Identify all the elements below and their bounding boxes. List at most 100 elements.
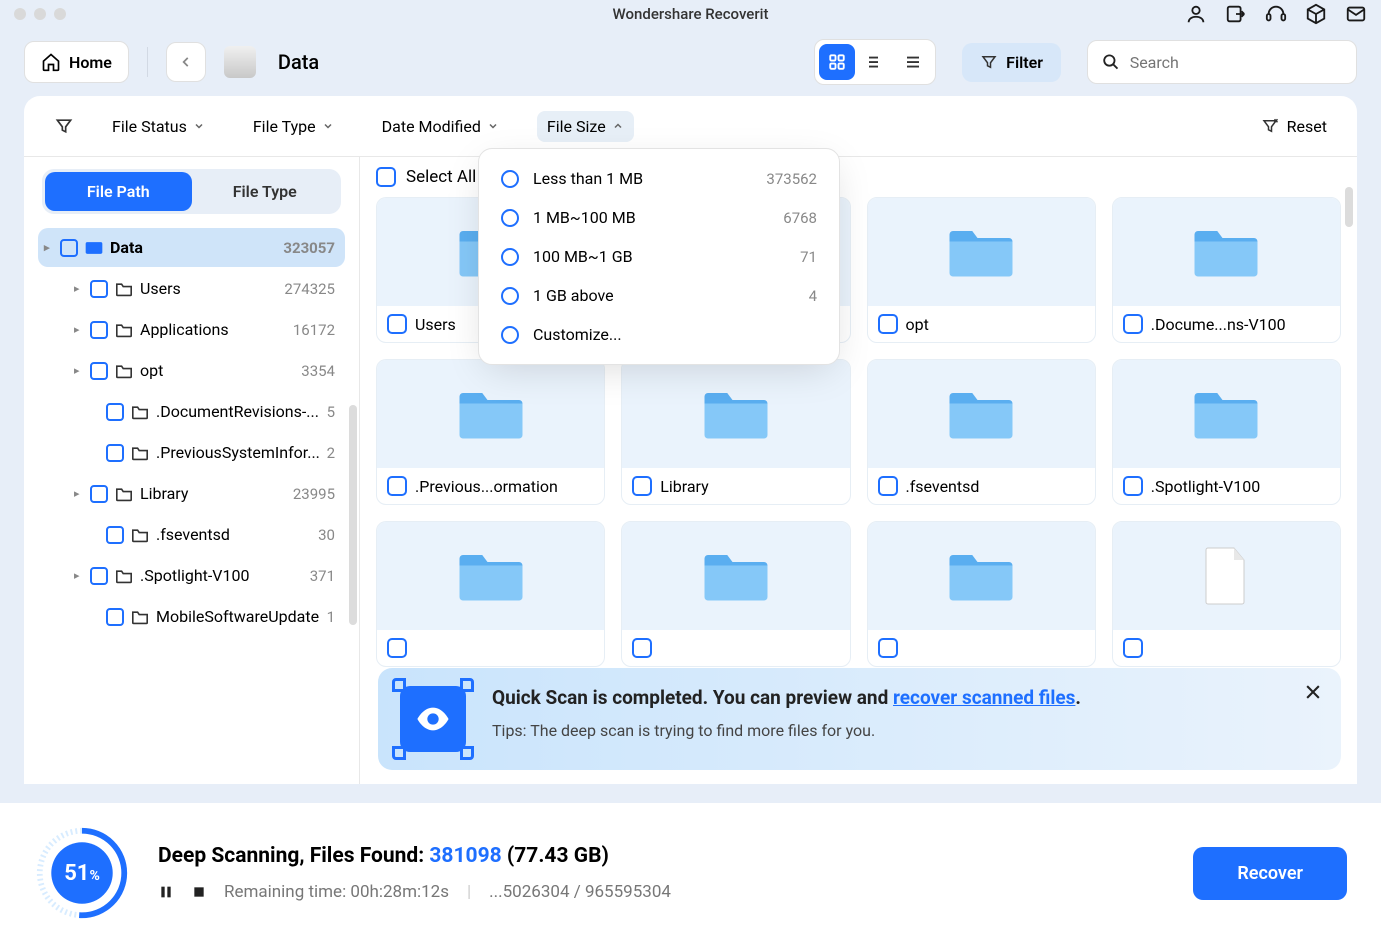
file-size-popover: Less than 1 MB3735621 MB~100 MB6768100 M…: [478, 148, 840, 365]
tree-item[interactable]: ▸Library23995: [38, 474, 345, 513]
grid-item[interactable]: .Spotlight-V100: [1112, 359, 1341, 505]
checkbox[interactable]: [60, 239, 78, 257]
grid-item[interactable]: [376, 521, 605, 667]
grid-item[interactable]: [867, 521, 1096, 667]
support-icon[interactable]: [1265, 3, 1287, 25]
app-title: Wondershare Recoverit: [613, 5, 769, 23]
folder-tree[interactable]: ▸Data323057▸Users274325▸Applications1617…: [24, 222, 359, 784]
thumbnail: [377, 360, 604, 468]
tree-count: 30: [318, 526, 335, 544]
banner-close-button[interactable]: [1303, 682, 1323, 702]
account-icon[interactable]: [1185, 3, 1207, 25]
thumbnail: [1113, 360, 1340, 468]
home-button[interactable]: Home: [24, 41, 129, 83]
radio[interactable]: [501, 248, 519, 266]
item-checkbox[interactable]: [1123, 476, 1143, 496]
size-filter-option[interactable]: Customize...: [479, 315, 839, 354]
checkbox[interactable]: [90, 280, 108, 298]
caret-icon: ▸: [74, 364, 84, 377]
option-label: 1 MB~100 MB: [533, 208, 636, 227]
grid-view-button[interactable]: [819, 44, 855, 80]
tree-item[interactable]: ▸.PreviousSystemInfor...2: [38, 433, 345, 472]
item-checkbox[interactable]: [387, 476, 407, 496]
window-traffic-lights[interactable]: [14, 8, 66, 20]
recover-files-link[interactable]: recover scanned files: [893, 686, 1075, 709]
filter-button[interactable]: Filter: [962, 43, 1061, 82]
checkbox[interactable]: [106, 608, 124, 626]
search-input[interactable]: [1130, 53, 1342, 72]
grid-item[interactable]: .Docume...ns-V100: [1112, 197, 1341, 343]
grid-item[interactable]: .Previous...ormation: [376, 359, 605, 505]
sidebar-scrollbar[interactable]: [349, 405, 357, 625]
item-checkbox[interactable]: [878, 638, 898, 658]
checkbox[interactable]: [90, 321, 108, 339]
tab-file-path[interactable]: File Path: [45, 172, 192, 211]
tree-item[interactable]: ▸Data323057: [38, 228, 345, 267]
progress-circle: 51%: [34, 825, 130, 921]
tree-item[interactable]: ▸Users274325: [38, 269, 345, 308]
grid-item[interactable]: [1112, 521, 1341, 667]
stop-button[interactable]: [192, 885, 206, 899]
item-checkbox[interactable]: [878, 314, 898, 334]
select-all-checkbox[interactable]: [376, 167, 396, 187]
checkbox[interactable]: [90, 362, 108, 380]
radio[interactable]: [501, 209, 519, 227]
checkbox[interactable]: [106, 403, 124, 421]
detail-view-button[interactable]: [895, 44, 931, 80]
item-checkbox[interactable]: [632, 638, 652, 658]
tree-label: Users: [140, 279, 278, 298]
list-view-button[interactable]: [857, 44, 893, 80]
reset-button[interactable]: Reset: [1261, 117, 1327, 136]
date-modified-dropdown[interactable]: Date Modified: [372, 111, 509, 142]
item-checkbox[interactable]: [632, 476, 652, 496]
checkbox[interactable]: [90, 567, 108, 585]
checkbox[interactable]: [90, 485, 108, 503]
size-filter-option[interactable]: 1 MB~100 MB6768: [479, 198, 839, 237]
item-checkbox[interactable]: [387, 314, 407, 334]
toolbar-divider: [147, 47, 148, 77]
file-size-dropdown[interactable]: File Size: [537, 111, 634, 142]
tree-count: 5: [327, 403, 335, 421]
item-label: .Previous...ormation: [415, 477, 558, 496]
item-label: Users: [415, 315, 456, 334]
size-filter-option[interactable]: 1 GB above4: [479, 276, 839, 315]
size-filter-option[interactable]: Less than 1 MB373562: [479, 159, 839, 198]
tree-item[interactable]: ▸.fseventsd30: [38, 515, 345, 554]
tree-item[interactable]: ▸MobileSoftwareUpdate1: [38, 597, 345, 636]
grid-item[interactable]: .fseventsd: [867, 359, 1096, 505]
tree-item[interactable]: ▸Applications16172: [38, 310, 345, 349]
item-checkbox[interactable]: [878, 476, 898, 496]
grid-item[interactable]: [621, 521, 850, 667]
checkbox[interactable]: [106, 444, 124, 462]
tree-item[interactable]: ▸.DocumentRevisions-...5: [38, 392, 345, 431]
item-label: .Docume...ns-V100: [1151, 315, 1286, 334]
mail-icon[interactable]: [1345, 3, 1367, 25]
grid-item[interactable]: Library: [621, 359, 850, 505]
export-icon[interactable]: [1225, 3, 1247, 25]
item-checkbox[interactable]: [387, 638, 407, 658]
caret-icon: ▸: [44, 241, 54, 254]
radio[interactable]: [501, 326, 519, 344]
tree-label: .fseventsd: [156, 525, 312, 544]
grid-item[interactable]: opt: [867, 197, 1096, 343]
grid-scrollbar[interactable]: [1345, 187, 1353, 227]
recover-button[interactable]: Recover: [1193, 847, 1347, 900]
checkbox[interactable]: [106, 526, 124, 544]
search-box[interactable]: [1087, 40, 1357, 84]
file-type-dropdown[interactable]: File Type: [243, 111, 344, 142]
box-icon[interactable]: [1305, 3, 1327, 25]
tab-file-type[interactable]: File Type: [192, 172, 339, 211]
option-count: 71: [800, 248, 817, 266]
tree-item[interactable]: ▸opt3354: [38, 351, 345, 390]
item-checkbox[interactable]: [1123, 638, 1143, 658]
size-filter-option[interactable]: 100 MB~1 GB71: [479, 237, 839, 276]
item-checkbox[interactable]: [1123, 314, 1143, 334]
tree-item[interactable]: ▸.Spotlight-V100371: [38, 556, 345, 595]
radio[interactable]: [501, 170, 519, 188]
thumbnail: [1113, 198, 1340, 306]
back-button[interactable]: [166, 42, 206, 82]
banner-title: Quick Scan is completed. You can preview…: [492, 686, 1081, 709]
pause-button[interactable]: [158, 884, 174, 900]
radio[interactable]: [501, 287, 519, 305]
file-status-dropdown[interactable]: File Status: [102, 111, 215, 142]
